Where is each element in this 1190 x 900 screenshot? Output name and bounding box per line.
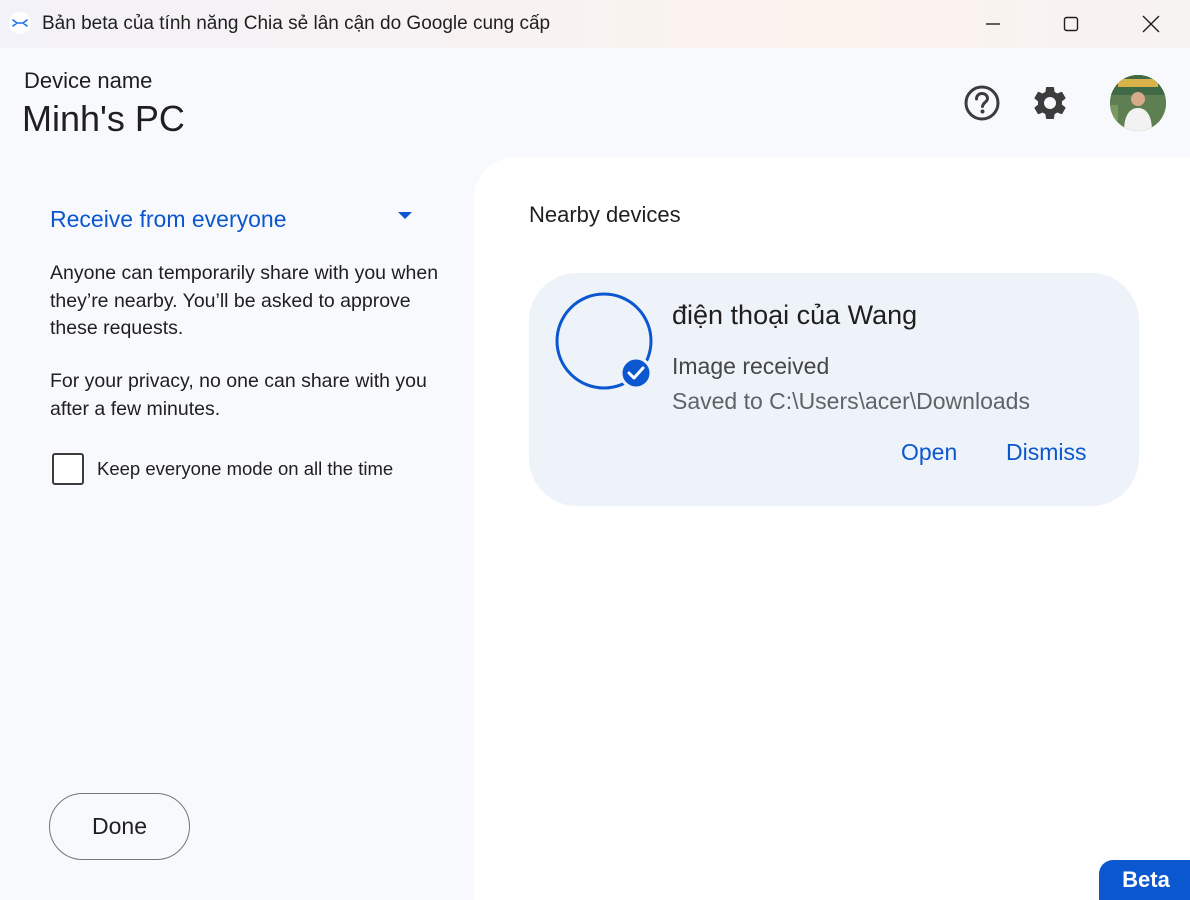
- avatar[interactable]: [1110, 75, 1166, 131]
- minimize-icon: [986, 23, 1000, 25]
- device-card: điện thoại của Wang Image received Saved…: [529, 273, 1139, 506]
- keep-everyone-mode-checkbox[interactable]: [52, 453, 84, 485]
- maximize-icon: [1063, 16, 1079, 32]
- visibility-dropdown[interactable]: Receive from everyone: [50, 204, 420, 234]
- beta-badge: Beta: [1099, 860, 1190, 900]
- device-progress-ring-icon: [555, 292, 653, 390]
- keep-everyone-mode-option[interactable]: Keep everyone mode on all the time: [52, 453, 393, 485]
- window-title: Bản beta của tính năng Chia sẻ lân cận d…: [42, 13, 551, 34]
- sender-device-name: điện thoại của Wang: [672, 300, 918, 330]
- dropdown-arrow-icon: [398, 212, 412, 219]
- settings-icon: [1034, 86, 1066, 119]
- settings-button[interactable]: [1027, 80, 1073, 126]
- keep-everyone-mode-label[interactable]: Keep everyone mode on all the time: [97, 458, 393, 480]
- device-name-label: Device name: [24, 68, 153, 93]
- help-button[interactable]: [959, 80, 1005, 126]
- nearby-devices-panel: Nearby devices điện thoại của Wang Image…: [474, 157, 1190, 900]
- app-window: Bản beta của tính năng Chia sẻ lân cận d…: [0, 0, 1190, 900]
- device-name[interactable]: Minh's PC: [22, 98, 185, 140]
- saved-path: Saved to C:\Users\acer\Downloads: [672, 388, 1030, 414]
- nearby-share-icon: [9, 12, 31, 34]
- nearby-devices-title: Nearby devices: [529, 202, 681, 227]
- transfer-status: Image received: [672, 353, 830, 379]
- close-icon: [1142, 15, 1160, 33]
- title-bar: Bản beta của tính năng Chia sẻ lân cận d…: [0, 0, 1190, 48]
- privacy-description: For your privacy, no one can share with …: [50, 370, 427, 420]
- close-button[interactable]: [1111, 0, 1190, 48]
- minimize-button[interactable]: [953, 0, 1033, 48]
- dismiss-button[interactable]: Dismiss: [1006, 439, 1087, 466]
- done-button[interactable]: Done: [49, 793, 190, 860]
- maximize-button[interactable]: [1031, 0, 1111, 48]
- open-button[interactable]: Open: [901, 439, 957, 466]
- visibility-dropdown-label: Receive from everyone: [50, 205, 287, 232]
- everyone-mode-description: Anyone can temporarily share with you wh…: [50, 262, 439, 339]
- help-icon: [964, 85, 1000, 121]
